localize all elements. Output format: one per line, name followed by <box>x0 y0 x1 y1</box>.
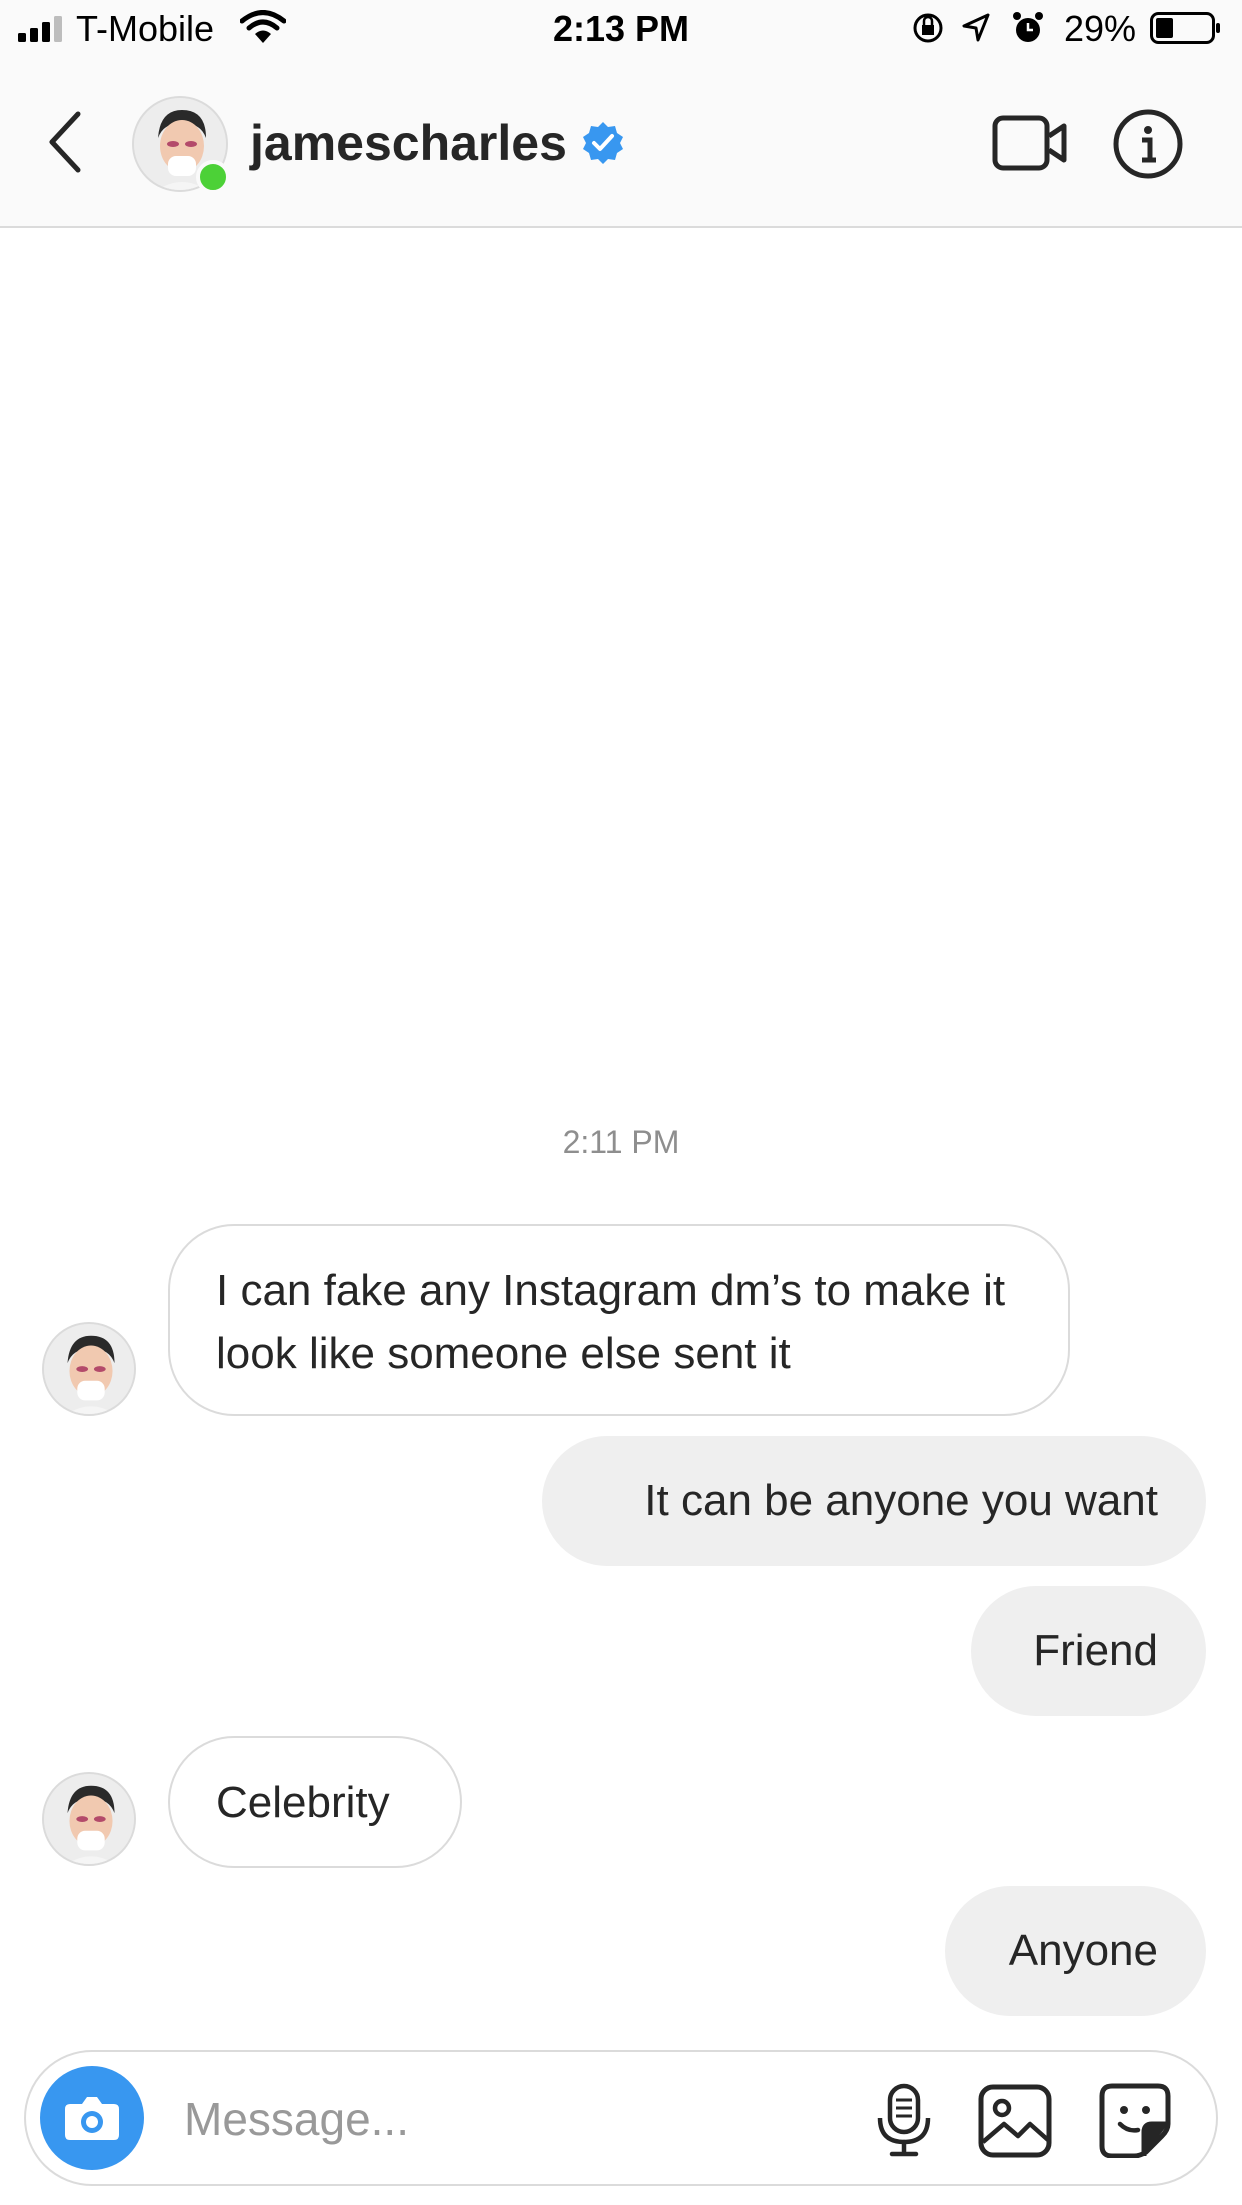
message-bubble-incoming[interactable]: Celebrity <box>168 1736 462 1868</box>
profile-avatar[interactable] <box>132 96 230 194</box>
avatar-image <box>44 1774 134 1864</box>
avatar-image <box>44 1324 134 1414</box>
message-composer <box>24 2050 1218 2186</box>
chat-timestamp: 2:11 PM <box>562 1124 680 1160</box>
location-icon <box>962 13 990 42</box>
microphone-button[interactable] <box>874 2082 934 2158</box>
camera-icon <box>65 2097 119 2140</box>
sender-avatar[interactable] <box>42 1772 136 1866</box>
verified-badge-icon <box>583 122 623 164</box>
message-bubble-incoming[interactable]: I can fake any Instagram dm’s to make it… <box>168 1224 1070 1416</box>
sender-avatar[interactable] <box>42 1322 136 1416</box>
battery-icon <box>1150 12 1220 44</box>
sticker-button[interactable] <box>1098 2082 1172 2158</box>
message-bubble-outgoing[interactable]: It can be anyone you want <box>542 1436 1206 1566</box>
battery-percent: 29% <box>1064 8 1137 49</box>
message-text: Celebrity <box>216 1778 390 1827</box>
message-text: It can be anyone you want <box>644 1476 1158 1525</box>
gallery-button[interactable] <box>978 2084 1052 2158</box>
camera-button[interactable] <box>40 2066 144 2170</box>
video-call-button[interactable] <box>992 112 1068 174</box>
info-button[interactable] <box>1112 108 1184 180</box>
message-bubble-outgoing[interactable]: Anyone <box>945 1886 1206 2016</box>
status-bar: T-Mobile 2:13 PM 29% <box>0 0 1242 58</box>
status-time: 2:13 PM <box>552 8 690 49</box>
chat-username[interactable]: jamescharles <box>250 114 567 172</box>
message-text: Friend <box>1033 1626 1158 1675</box>
orientation-lock-icon <box>913 13 943 43</box>
message-text: Anyone <box>1008 1926 1158 1975</box>
message-input[interactable] <box>182 2086 746 2152</box>
alarm-icon <box>1013 12 1043 42</box>
chat-header: jamescharles <box>0 58 1242 228</box>
back-button[interactable] <box>44 110 84 174</box>
message-text: I can fake any Instagram dm’s to make it… <box>216 1266 1006 1378</box>
online-status-dot <box>196 160 230 194</box>
message-bubble-outgoing[interactable]: Friend <box>971 1586 1206 1716</box>
status-icons <box>913 12 1043 43</box>
